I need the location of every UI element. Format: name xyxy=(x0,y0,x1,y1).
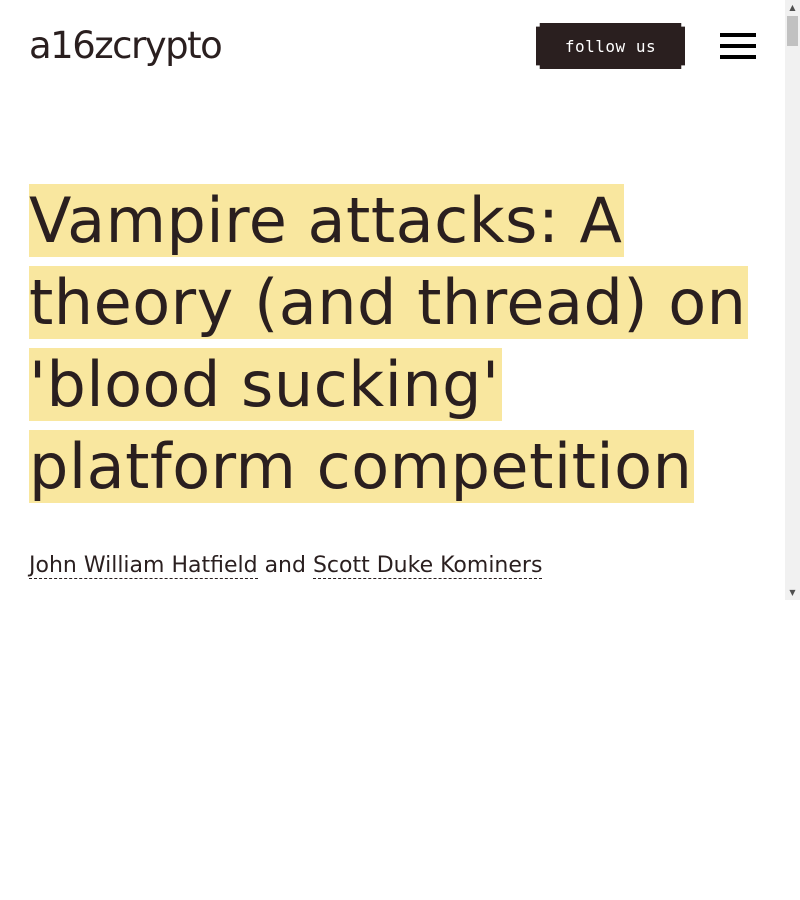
page-viewport: a16zcrypto follow us Vampire attacks: A … xyxy=(0,0,800,600)
scrollbar-thumb[interactable] xyxy=(787,16,798,46)
menu-bar-top xyxy=(720,33,756,37)
title-line-1: Vampire attacks: A xyxy=(29,184,625,257)
menu-bar-middle xyxy=(720,44,756,48)
follow-us-button[interactable]: follow us xyxy=(536,23,685,69)
title-line-4: platform competition xyxy=(29,430,695,503)
scroll-up-arrow-icon[interactable]: ▲ xyxy=(785,0,800,15)
menu-bar-bottom xyxy=(720,55,756,59)
blank-area xyxy=(0,600,800,900)
title-line-2: theory (and thread) on xyxy=(29,266,749,339)
article-title: Vampire attacks: A theory (and thread) o… xyxy=(29,180,749,508)
scroll-down-arrow-icon[interactable]: ▼ xyxy=(785,585,800,600)
author-link-kominers[interactable]: Scott Duke Kominers xyxy=(312,553,543,579)
article-byline: John William Hatfield and Scott Duke Kom… xyxy=(29,550,543,582)
author-link-hatfield[interactable]: John William Hatfield xyxy=(29,553,258,579)
a16zcrypto-logo[interactable]: a16zcrypto xyxy=(29,24,223,68)
hamburger-menu-icon[interactable] xyxy=(716,28,760,64)
title-line-3: 'blood sucking' xyxy=(29,348,502,421)
byline-separator: and xyxy=(264,553,306,578)
vertical-scrollbar[interactable]: ▲ ▼ xyxy=(785,0,800,600)
